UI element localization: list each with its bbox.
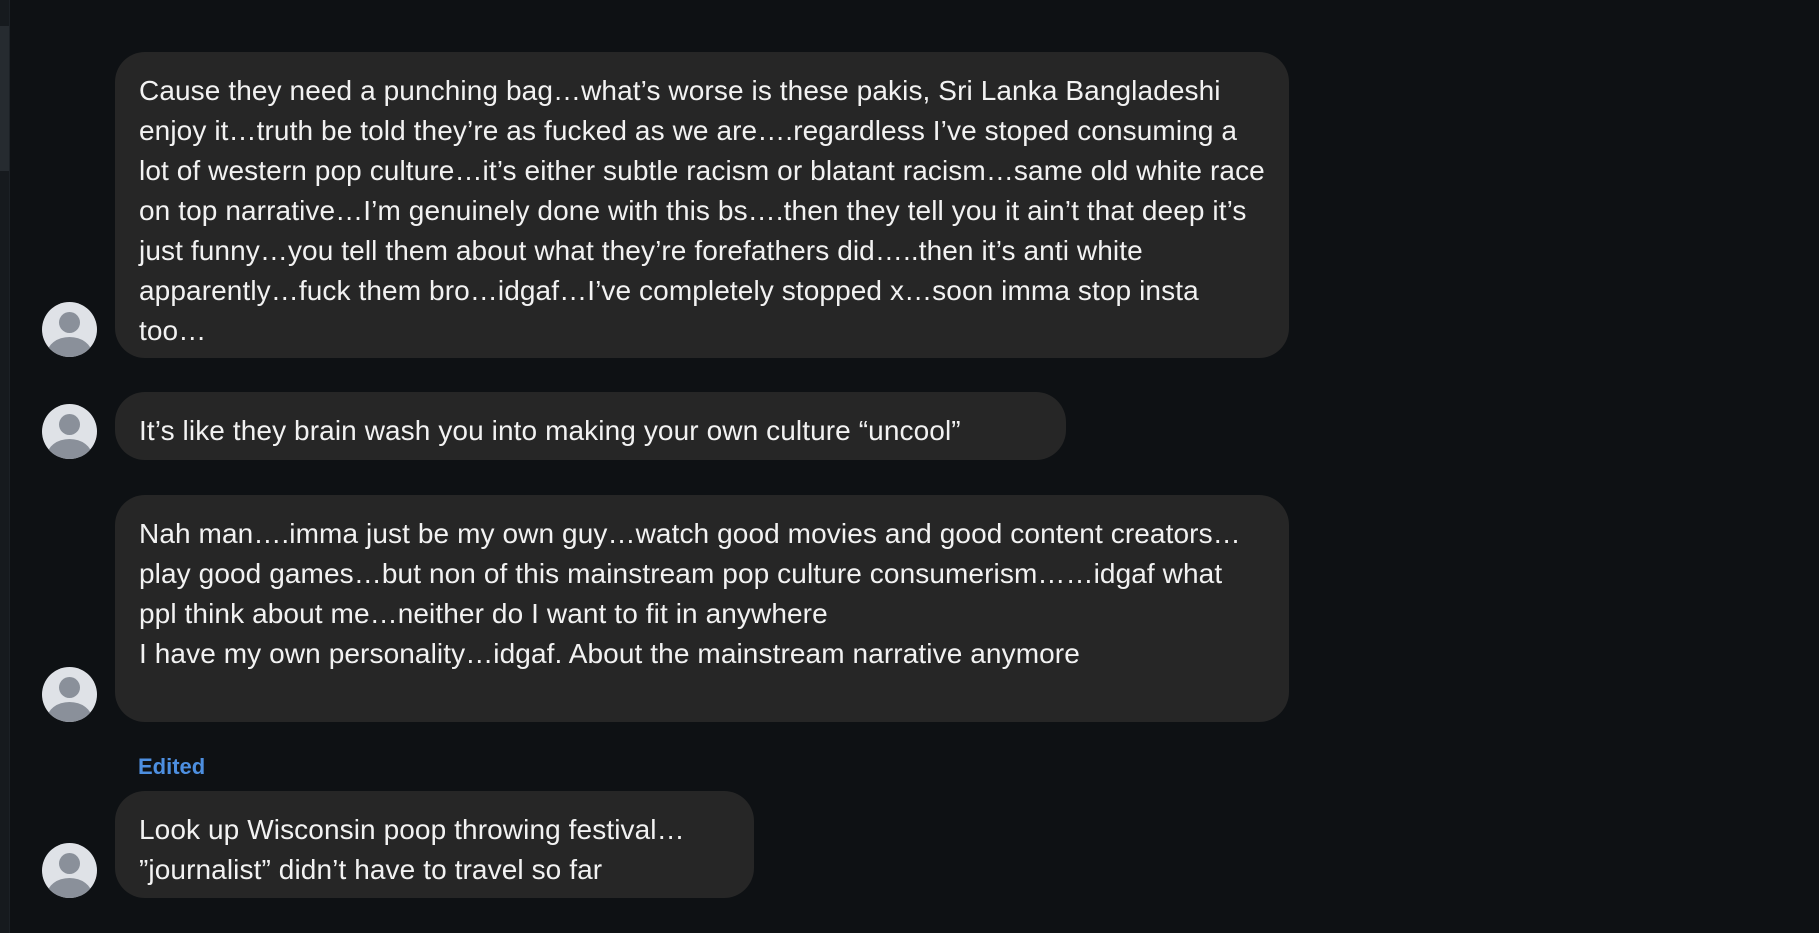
avatar-head-shape: [59, 414, 80, 435]
user-avatar-icon[interactable]: [42, 302, 97, 357]
message-bubble[interactable]: Look up Wisconsin poop throwing festival…: [115, 791, 754, 898]
avatar-body-shape: [47, 439, 92, 459]
avatar-body-shape: [47, 337, 92, 357]
chat-page: Cause they need a punching bag…what’s wo…: [0, 0, 1819, 933]
user-avatar-icon[interactable]: [42, 667, 97, 722]
avatar-body-shape: [47, 878, 92, 898]
user-avatar-icon[interactable]: [42, 843, 97, 898]
avatar-head-shape: [59, 312, 80, 333]
message-bubble[interactable]: Cause they need a punching bag…what’s wo…: [115, 52, 1289, 358]
avatar-body-shape: [47, 702, 92, 722]
user-avatar-icon[interactable]: [42, 404, 97, 459]
avatar-head-shape: [59, 677, 80, 698]
edited-label: Edited: [138, 754, 206, 779]
avatar-head-shape: [59, 853, 80, 874]
message-bubble[interactable]: Nah man….imma just be my own guy…watch g…: [115, 495, 1289, 722]
message-thread: Cause they need a punching bag…what’s wo…: [0, 0, 1819, 933]
message-bubble[interactable]: It’s like they brain wash you into makin…: [115, 392, 1066, 460]
